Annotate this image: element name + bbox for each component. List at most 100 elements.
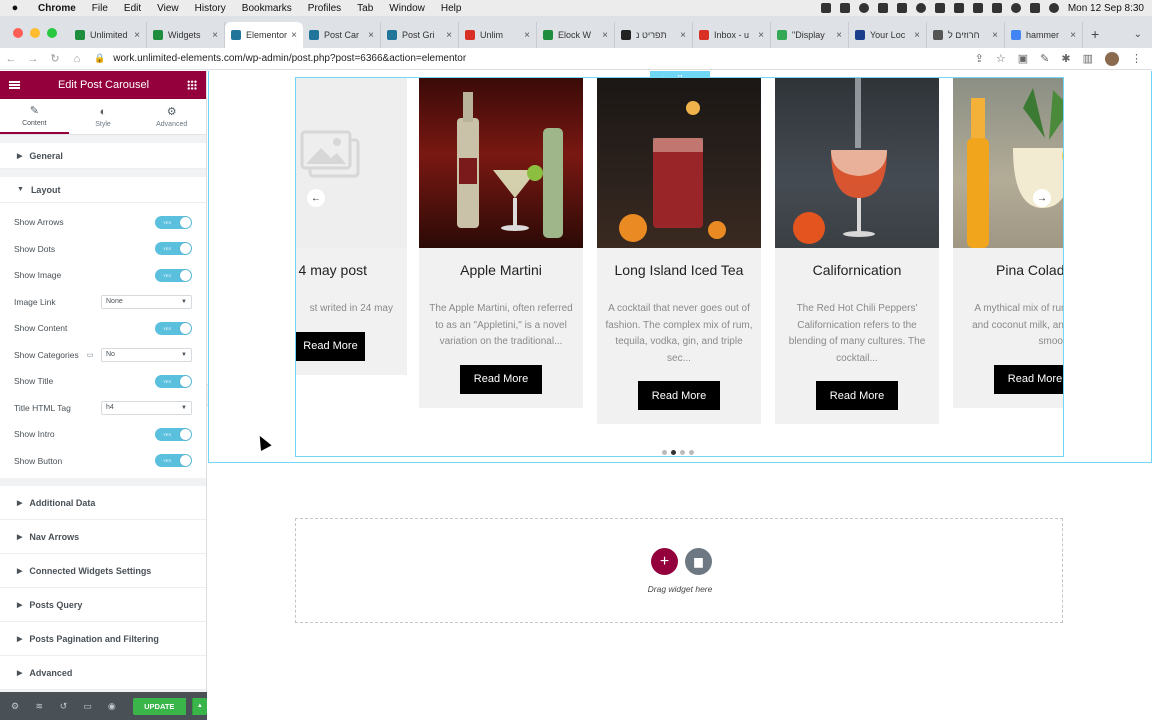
carousel-prev-arrow-icon[interactable]: ← <box>307 189 325 207</box>
menu-history[interactable]: History <box>187 3 234 14</box>
close-tab-icon[interactable]: × <box>1070 30 1076 41</box>
carousel-dot[interactable] <box>689 450 694 455</box>
close-tab-icon[interactable]: × <box>758 30 764 41</box>
browser-menu-icon[interactable]: ⋮ <box>1131 52 1142 65</box>
browser-tab[interactable]: Post Gri × <box>381 22 459 48</box>
lock-icon[interactable]: 🔒 <box>94 53 105 64</box>
menu-window[interactable]: Window <box>381 3 433 14</box>
show-arrows-toggle[interactable]: YES <box>155 215 192 229</box>
carousel-next-arrow-icon[interactable]: → <box>1033 189 1051 207</box>
tab-content[interactable]: ✎ Content <box>0 99 69 134</box>
history-icon[interactable]: ↺ <box>54 701 72 712</box>
menu-tab[interactable]: Tab <box>349 3 381 14</box>
close-tab-icon[interactable]: × <box>680 30 686 41</box>
new-tab-button[interactable]: + <box>1083 26 1107 48</box>
preview-eye-icon[interactable]: ◉ <box>103 701 121 712</box>
menu-view[interactable]: View <box>149 3 187 14</box>
status-app-icon[interactable] <box>896 3 907 13</box>
bookmark-star-icon[interactable]: ☆ <box>996 52 1006 65</box>
menu-file[interactable]: File <box>84 3 116 14</box>
profile-avatar[interactable] <box>1105 51 1119 66</box>
hamburger-menu-icon[interactable] <box>9 81 20 89</box>
close-tab-icon[interactable]: × <box>446 30 452 41</box>
forward-arrow-icon[interactable]: → <box>22 53 44 65</box>
sidebar-icon[interactable]: ▥ <box>1083 52 1093 65</box>
reload-icon[interactable]: ↻ <box>44 52 66 65</box>
pina-colada-image[interactable] <box>953 78 1063 248</box>
close-tab-icon[interactable]: × <box>914 30 920 41</box>
status-app-icon[interactable] <box>972 3 983 13</box>
section-advanced[interactable]: ▶ Advanced <box>0 656 206 690</box>
tab-style[interactable]: ◐ Style <box>69 99 138 134</box>
extension-icon[interactable]: ✎ <box>1040 52 1049 65</box>
empty-section-dropzone[interactable]: + ▆ Drag widget here <box>295 518 1063 623</box>
close-tab-icon[interactable]: × <box>291 30 297 41</box>
apple-martini-image[interactable] <box>419 78 583 248</box>
close-tab-icon[interactable]: × <box>368 30 374 41</box>
browser-tab[interactable]: תפריט נ × <box>615 22 693 48</box>
browser-tab[interactable]: Unlimited × <box>69 22 147 48</box>
share-icon[interactable]: ⇪ <box>975 52 984 65</box>
minimize-window-button[interactable] <box>30 28 40 38</box>
close-tab-icon[interactable]: × <box>602 30 608 41</box>
zoom-window-button[interactable] <box>47 28 57 38</box>
menu-app-name[interactable]: Chrome <box>30 3 84 14</box>
browser-tab[interactable]: Post Car × <box>303 22 381 48</box>
carousel-dot[interactable] <box>662 450 667 455</box>
card-title[interactable]: Californication <box>775 262 939 282</box>
tab-search-chevron-icon[interactable]: ⌄ <box>1124 29 1152 48</box>
battery-icon[interactable] <box>991 3 1002 13</box>
status-app-icon[interactable] <box>839 3 850 13</box>
carousel-dot[interactable] <box>680 450 685 455</box>
card-title[interactable]: 4 may post <box>296 262 407 282</box>
navigator-layers-icon[interactable]: ≋ <box>30 701 48 712</box>
close-tab-icon[interactable]: × <box>212 30 218 41</box>
read-more-button[interactable]: Read More <box>994 364 1063 394</box>
show-dots-toggle[interactable]: YES <box>155 242 192 256</box>
address-bar[interactable]: 🔒 work.unlimited-elements.com/wp-admin/p… <box>94 53 975 64</box>
browser-tab[interactable]: "Display × <box>771 22 849 48</box>
browser-tab[interactable]: Your Loc × <box>849 22 927 48</box>
home-icon[interactable]: ⌂ <box>66 53 88 65</box>
status-app-icon[interactable] <box>934 3 945 13</box>
close-tab-icon[interactable]: × <box>836 30 842 41</box>
responsive-desktop-icon[interactable]: ▭ <box>87 351 94 359</box>
carousel-card[interactable]: 4 may post st writed in 24 may Read More <box>296 78 407 375</box>
browser-tab[interactable]: Widgets × <box>147 22 225 48</box>
title-tag-select[interactable]: h4 ▼ <box>101 400 192 415</box>
placeholder-image[interactable] <box>296 78 407 248</box>
close-tab-icon[interactable]: × <box>524 30 530 41</box>
camera-icon[interactable] <box>953 3 964 13</box>
apple-icon[interactable]: ● <box>0 2 30 14</box>
browser-tab[interactable]: Unlim × <box>459 22 537 48</box>
section-posts-query[interactable]: ▶ Posts Query <box>0 588 206 622</box>
browser-tab[interactable]: Elementor × <box>225 22 303 48</box>
back-arrow-icon[interactable]: ← <box>0 53 22 65</box>
section-posts-pagination[interactable]: ▶ Posts Pagination and Filtering <box>0 622 206 656</box>
add-template-folder-icon[interactable]: ▆ <box>685 548 712 575</box>
browser-tab[interactable]: חרוזים ל × <box>927 22 1005 48</box>
card-title[interactable]: Long Island Iced Tea <box>597 262 761 282</box>
browser-tab[interactable]: hammer × <box>1005 22 1083 48</box>
show-button-toggle[interactable]: YES <box>155 454 192 468</box>
update-options-caret-icon[interactable]: ▲ <box>191 697 207 715</box>
read-more-button[interactable]: Read More <box>816 381 898 410</box>
update-button[interactable]: UPDATE <box>132 697 186 715</box>
carousel-dot-active[interactable] <box>671 450 676 455</box>
moon-icon[interactable] <box>915 3 926 13</box>
section-general[interactable]: ▶ General <box>0 143 206 169</box>
widgets-grid-icon[interactable] <box>186 80 197 90</box>
show-image-toggle[interactable]: YES <box>155 268 192 282</box>
browser-tab[interactable]: Inbox - u × <box>693 22 771 48</box>
read-more-button[interactable]: Read More <box>296 331 365 361</box>
close-window-button[interactable] <box>13 28 23 38</box>
menu-profiles[interactable]: Profiles <box>300 3 349 14</box>
read-more-button[interactable]: Read More <box>460 364 542 394</box>
carousel-card[interactable]: Apple Martini The Apple Martini, often r… <box>419 78 583 408</box>
menu-bookmarks[interactable]: Bookmarks <box>234 3 300 14</box>
status-app-icon[interactable] <box>820 3 831 13</box>
section-layout[interactable]: ▼ Layout <box>0 177 206 203</box>
settings-gear-icon[interactable]: ⚙ <box>6 701 24 712</box>
menubar-clock[interactable]: Mon 12 Sep 8:30 <box>1068 3 1144 14</box>
section-additional-data[interactable]: ▶ Additional Data <box>0 486 206 520</box>
